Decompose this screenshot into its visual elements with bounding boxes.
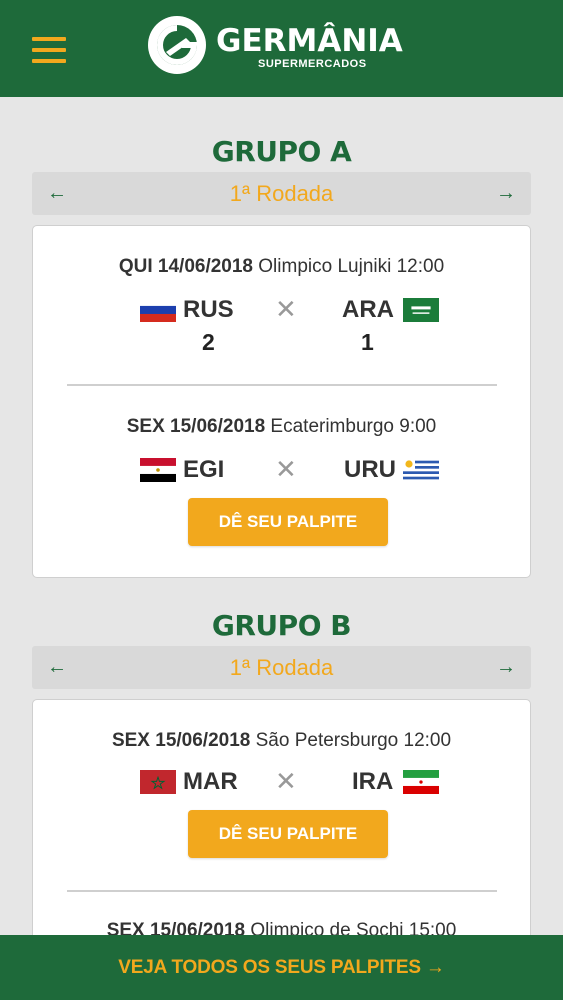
view-all-bets-button[interactable]: VEJA TODOS OS SEUS PALPITES → xyxy=(0,935,563,1000)
match-info: SEX 15/06/2018 Ecaterimburgo 9:00 xyxy=(33,416,530,438)
match-mar-ira: SEX 15/06/2018 São Petersburgo 12:00 MAR… xyxy=(33,700,530,890)
morocco-flag-icon xyxy=(140,770,176,794)
versus-icon: ✕ xyxy=(275,766,297,796)
uruguay-flag-icon xyxy=(403,458,439,482)
match-info: SEX 15/06/2018 São Petersburgo 12:00 xyxy=(33,730,530,752)
home-score: 2 xyxy=(202,329,215,355)
match-info: SEX 15/06/2018 Olimpico de Sochi 15:00 xyxy=(33,920,530,935)
match-date: SEX 15/06/2018 xyxy=(106,920,246,935)
next-round-arrow-icon[interactable]: → xyxy=(491,654,521,680)
match-venue: São Petersburgo 12:00 xyxy=(255,730,452,751)
saudi-arabia-flag-icon xyxy=(403,298,439,322)
group-a-matches-card: QUI 14/06/2018 Olimpico Lujniki 12:00 RU… xyxy=(32,225,531,578)
egypt-flag-icon xyxy=(140,458,176,482)
match-rus-ara: QUI 14/06/2018 Olimpico Lujniki 12:00 RU… xyxy=(33,226,530,386)
versus-icon: ✕ xyxy=(275,294,297,324)
app-header: GERMÂNIA SUPERMERCADOS xyxy=(0,0,563,97)
group-a-title: GRUPO A xyxy=(211,135,352,168)
group-a-round-selector: ← 1ª Rodada → xyxy=(32,172,531,215)
away-team: IRA xyxy=(352,768,394,795)
group-b-matches-card: SEX 15/06/2018 São Petersburgo 12:00 MAR… xyxy=(32,699,531,935)
russia-flag-icon xyxy=(140,298,176,322)
home-team: MAR xyxy=(183,768,238,795)
match-egi-uru: SEX 15/06/2018 Ecaterimburgo 9:00 EGI ✕ … xyxy=(33,386,530,576)
germania-logo: GERMÂNIA SUPERMERCADOS xyxy=(146,14,426,78)
match-date: SEX 15/06/2018 xyxy=(126,416,266,437)
match-date: QUI 14/06/2018 xyxy=(118,256,253,277)
logo-mark-icon xyxy=(148,16,206,74)
home-team: RUS xyxy=(183,296,234,323)
home-team: EGI xyxy=(183,456,225,483)
match-venue: Olimpico de Sochi 15:00 xyxy=(250,920,457,935)
round-label: 1ª Rodada xyxy=(229,181,334,206)
match-date: SEX 15/06/2018 xyxy=(111,730,251,751)
match-venue: Ecaterimburgo 9:00 xyxy=(270,416,437,437)
match-venue: Olimpico Lujniki 12:00 xyxy=(258,256,445,277)
away-team: ARA xyxy=(342,296,394,323)
away-score: 1 xyxy=(361,329,374,355)
next-round-arrow-icon[interactable]: → xyxy=(491,180,521,206)
group-b-title: GRUPO B xyxy=(211,609,352,642)
iran-flag-icon xyxy=(403,770,439,794)
hamburger-menu-icon[interactable] xyxy=(32,37,66,63)
group-b-round-selector: ← 1ª Rodada → xyxy=(32,646,531,689)
place-bet-button[interactable]: DÊ SEU PALPITE xyxy=(188,498,388,546)
away-team: URU xyxy=(344,456,396,483)
round-label: 1ª Rodada xyxy=(229,655,334,680)
brand-subtitle: SUPERMERCADOS xyxy=(258,58,367,70)
brand-name: GERMÂNIA xyxy=(216,23,403,59)
match-info: QUI 14/06/2018 Olimpico Lujniki 12:00 xyxy=(33,256,530,278)
match-sochi: SEX 15/06/2018 Olimpico de Sochi 15:00 xyxy=(33,892,530,935)
versus-icon: ✕ xyxy=(275,454,297,484)
place-bet-button[interactable]: DÊ SEU PALPITE xyxy=(188,810,388,858)
matches-content: GRUPO A ← 1ª Rodada → QUI 14/06/2018 Oli… xyxy=(0,97,563,935)
